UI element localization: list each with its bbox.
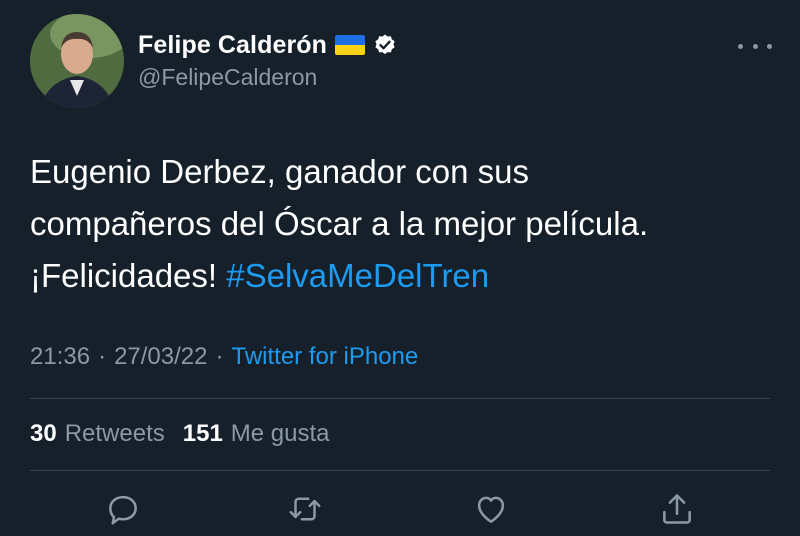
author-name-row: Felipe Calderón [138,28,397,62]
more-options-icon[interactable] [738,36,772,56]
retweets-label[interactable]: Retweets [65,420,165,448]
author-handle[interactable]: @FelipeCalderon [138,64,317,91]
author-name[interactable]: Felipe Calderón [138,31,327,60]
hashtag-link[interactable]: #SelvaMeDelTren [226,257,489,294]
tweet-line: ¡Felicidades! #SelvaMeDelTren [30,250,770,302]
tweet-time[interactable]: 21:36 [30,343,90,371]
heart-icon[interactable] [472,490,512,530]
tweet-stats: 30 Retweets 151 Me gusta [30,420,340,448]
tweet-line: Eugenio Derbez, ganador con sus [30,153,529,190]
meta-separator: · [215,343,224,370]
tweet-text-end: ¡Felicidades! [30,257,218,294]
avatar-image [30,14,124,108]
likes-label[interactable]: Me gusta [231,420,330,448]
share-icon[interactable] [658,490,698,530]
tweet-text: Eugenio Derbez, ganador con sus compañer… [30,146,770,302]
comment-icon[interactable] [104,490,144,530]
tweet-line: compañeros del Óscar a la mejor película… [30,205,649,242]
verified-badge-icon [373,33,397,57]
ukraine-flag-icon [335,35,366,55]
tweet-actions [0,490,800,536]
meta-separator: · [98,343,107,370]
tweet-source-link[interactable]: Twitter for iPhone [231,343,418,371]
likes-count[interactable]: 151 [183,420,223,448]
retweet-icon[interactable] [286,490,326,530]
divider [30,398,770,399]
avatar[interactable] [30,14,124,108]
retweets-count[interactable]: 30 [30,420,57,448]
tweet-meta: 21:36 · 27/03/22 · Twitter for iPhone [30,343,418,371]
tweet-date[interactable]: 27/03/22 [114,343,207,371]
divider [30,470,770,471]
